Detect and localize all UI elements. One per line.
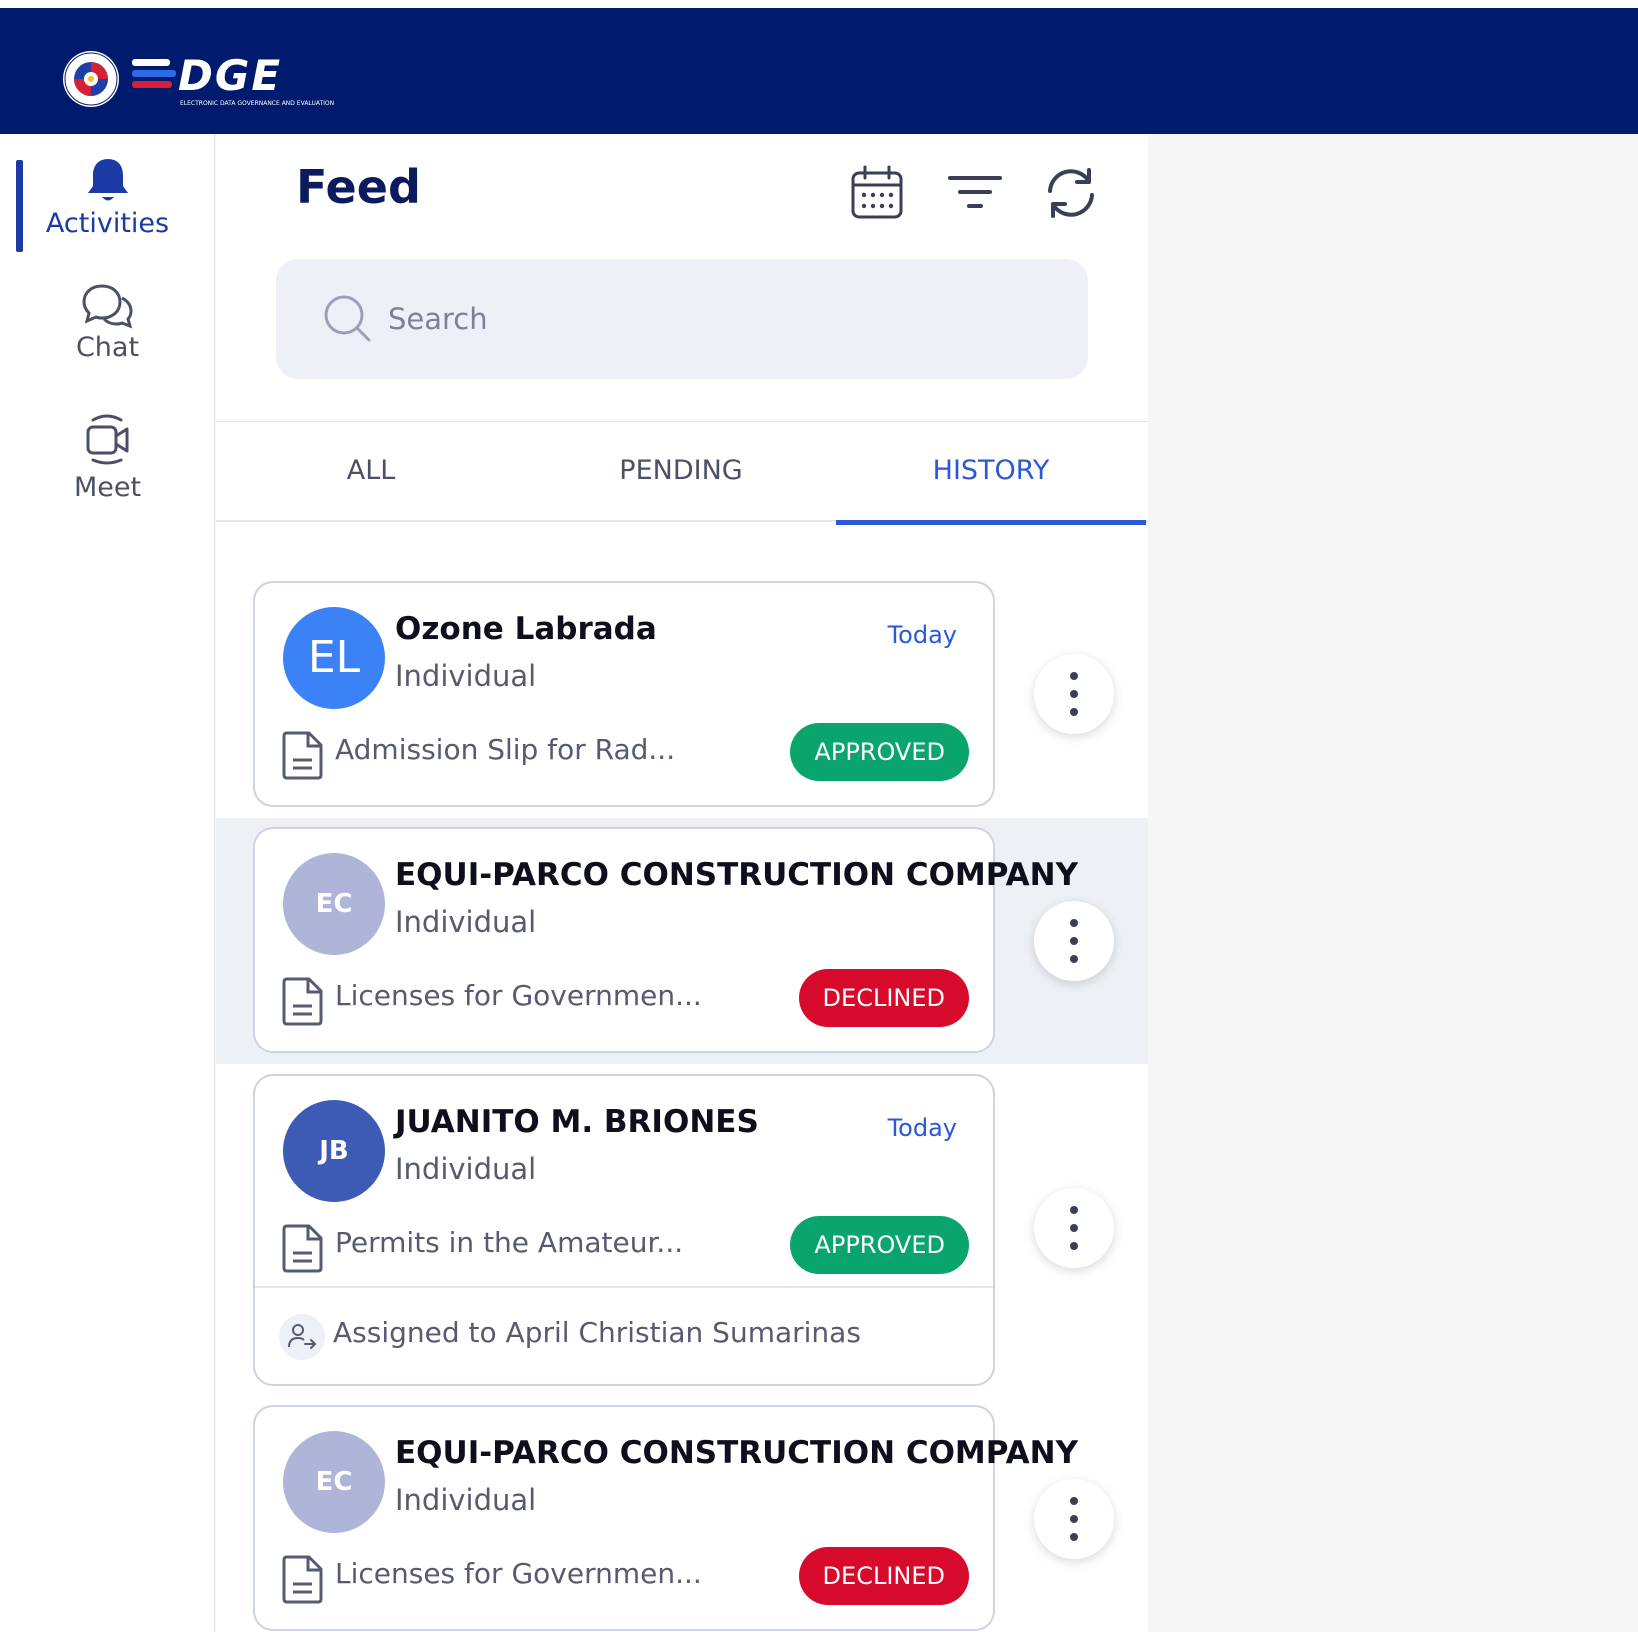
activity-card[interactable]: EC EQUI-PARCO CONSTRUCTION COMPANY Indiv… — [253, 827, 1078, 1053]
card-document: Permits in the Amateur... — [335, 1226, 684, 1259]
more-options-button[interactable] — [1034, 1188, 1114, 1268]
card-date: Today — [887, 1114, 957, 1142]
logo-text: DGE — [178, 51, 283, 100]
tab-pending[interactable]: PENDING — [526, 422, 836, 523]
bell-icon — [87, 159, 128, 201]
video-icon — [86, 414, 128, 465]
sidebar-item-label: Chat — [75, 332, 140, 363]
card-document: Licenses for Governmen... — [335, 1557, 702, 1590]
logo-tagline: ELECTRONIC DATA GOVERNANCE AND EVALUATIO… — [180, 100, 335, 107]
feed-tabs: ALL PENDING HISTORY — [216, 421, 1148, 525]
ntc-seal-icon — [63, 51, 119, 107]
refresh-icon[interactable] — [1042, 164, 1100, 222]
more-options-button[interactable] — [1034, 654, 1114, 734]
calendar-icon[interactable] — [848, 164, 906, 222]
feed-panel: Feed ALL PENDING HISTORY EL Ozone Labrad… — [216, 134, 1148, 1632]
sidebar-item-activities[interactable]: Activities — [0, 156, 215, 239]
card-document: Admission Slip for Rad... — [335, 733, 676, 766]
app-wordmark: DGE — [132, 55, 282, 97]
card-date: Today — [887, 621, 957, 649]
assigned-to-text: Assigned to April Christian Sumarinas — [333, 1316, 861, 1349]
page-title: Feed — [296, 160, 421, 214]
tab-all[interactable]: ALL — [216, 422, 526, 523]
activity-card[interactable]: EL Ozone Labrada Individual Today Admiss… — [253, 581, 995, 807]
avatar: EC — [283, 1431, 385, 1533]
search-input[interactable] — [388, 289, 1048, 349]
card-name: EQUI-PARCO CONSTRUCTION COMPANY — [395, 857, 1079, 893]
search-icon — [324, 295, 371, 342]
status-badge: DECLINED — [798, 969, 969, 1027]
more-options-button[interactable] — [1034, 901, 1114, 981]
activity-card[interactable]: EC EQUI-PARCO CONSTRUCTION COMPANY Indiv… — [253, 1405, 1078, 1631]
sidebar-item-meet[interactable]: Meet — [0, 412, 215, 503]
chat-icon — [81, 284, 133, 329]
status-badge: DECLINED — [798, 1547, 969, 1605]
sidebar: Activities Chat Meet — [0, 134, 215, 1632]
card-document: Licenses for Governmen... — [335, 979, 702, 1012]
card-name: Ozone Labrada — [395, 611, 657, 647]
tab-history[interactable]: HISTORY — [836, 422, 1146, 525]
document-icon — [282, 731, 323, 780]
top-strip — [0, 0, 1638, 8]
status-badge: APPROVED — [790, 723, 969, 781]
more-options-button[interactable] — [1034, 1479, 1114, 1559]
document-icon — [282, 977, 323, 1026]
assignment-row: Assigned to April Christian Sumarinas — [255, 1286, 993, 1384]
card-name: JUANITO M. BRIONES — [395, 1104, 759, 1140]
document-icon — [282, 1555, 323, 1604]
activity-card[interactable]: JB JUANITO M. BRIONES Individual Today P… — [253, 1074, 995, 1386]
sidebar-item-chat[interactable]: Chat — [0, 282, 215, 363]
sidebar-item-label: Activities — [45, 208, 170, 239]
card-name: EQUI-PARCO CONSTRUCTION COMPANY — [395, 1435, 1079, 1471]
avatar: JB — [283, 1100, 385, 1202]
card-role: Individual — [395, 905, 537, 939]
assign-user-icon — [279, 1314, 325, 1360]
document-icon — [282, 1224, 323, 1273]
card-role: Individual — [395, 1152, 537, 1186]
card-role: Individual — [395, 1483, 537, 1517]
filter-icon[interactable] — [946, 164, 1004, 222]
search-bar[interactable] — [276, 259, 1088, 379]
sidebar-item-label: Meet — [73, 472, 142, 503]
app-header: DGE ELECTRONIC DATA GOVERNANCE AND EVALU… — [0, 8, 1638, 134]
avatar: EC — [283, 853, 385, 955]
avatar: EL — [283, 607, 385, 709]
status-badge: APPROVED — [790, 1216, 969, 1274]
app-logo[interactable]: DGE ELECTRONIC DATA GOVERNANCE AND EVALU… — [62, 44, 334, 114]
card-role: Individual — [395, 659, 537, 693]
e-mark-icon — [132, 56, 176, 92]
